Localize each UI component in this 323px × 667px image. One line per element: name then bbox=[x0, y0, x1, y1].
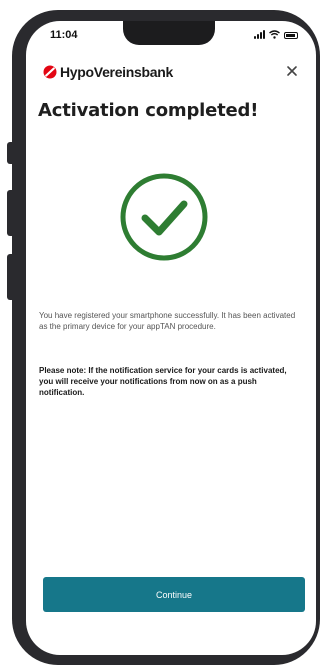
hvb-logo-icon bbox=[43, 65, 57, 79]
success-message: You have registered your smartphone succ… bbox=[39, 311, 296, 331]
device-frame: 11:04 HypoVereinsbank Activation complet… bbox=[0, 0, 323, 667]
app-screen: 11:04 HypoVereinsbank Activation complet… bbox=[26, 21, 316, 655]
notification-note: Please note: If the notification service… bbox=[39, 366, 287, 397]
page-title: Activation completed! bbox=[38, 100, 259, 121]
check-circle-icon bbox=[120, 173, 208, 261]
brand-logo: HypoVereinsbank bbox=[43, 64, 173, 80]
close-icon[interactable] bbox=[284, 63, 300, 79]
continue-button[interactable]: Continue bbox=[43, 577, 305, 612]
signal-icon bbox=[254, 30, 265, 39]
status-time: 11:04 bbox=[50, 29, 78, 41]
notch bbox=[123, 21, 215, 45]
battery-icon bbox=[284, 32, 298, 39]
wifi-icon bbox=[269, 30, 280, 39]
status-icons bbox=[254, 30, 298, 39]
brand-name: HypoVereinsbank bbox=[60, 64, 173, 80]
